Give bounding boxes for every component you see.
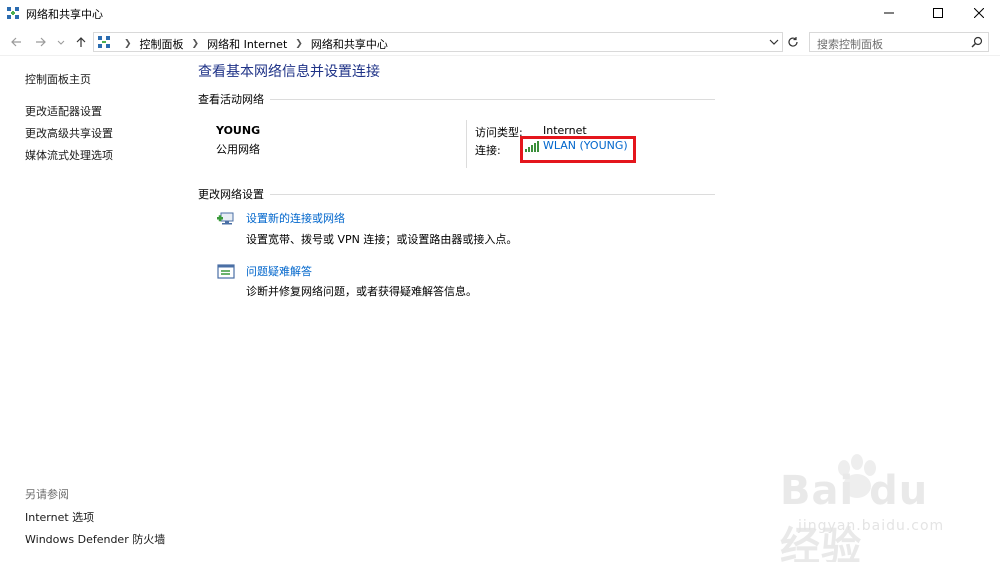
setup-connection-link[interactable]: 设置新的连接或网络: [246, 210, 345, 226]
up-button[interactable]: [72, 33, 90, 51]
maximize-button[interactable]: [917, 0, 959, 26]
sidebar-item-change-adapter[interactable]: 更改适配器设置: [25, 103, 102, 119]
maximize-icon: [933, 8, 943, 18]
control-panel-icon: [98, 36, 110, 48]
back-button[interactable]: [7, 33, 25, 51]
title-bar: 网络和共享中心: [0, 0, 1000, 28]
section-divider: [270, 98, 715, 100]
minimize-icon: [884, 12, 894, 14]
chevron-right-icon[interactable]: ❯: [192, 39, 200, 49]
close-icon: [974, 8, 984, 18]
sidebar-item-control-panel-home[interactable]: 控制面板主页: [25, 71, 91, 87]
breadcrumb-network-internet[interactable]: 网络和 Internet: [207, 36, 287, 52]
watermark-url: jingyan.baidu.com: [798, 518, 945, 534]
network-type: 公用网络: [216, 143, 260, 156]
page-title: 查看基本网络信息并设置连接: [198, 64, 380, 80]
baidu-jingyan-watermark: Bai du 经验 jingyan.baidu.com: [752, 452, 982, 562]
see-also-heading: 另请参阅: [25, 488, 69, 501]
minimize-button[interactable]: [868, 0, 910, 26]
sidebar-item-media-streaming[interactable]: 媒体流式处理选项: [25, 147, 113, 163]
network-center-icon: [7, 7, 19, 19]
troubleshoot-icon: [217, 264, 235, 279]
arrow-up-icon: [76, 37, 86, 47]
address-bar[interactable]: ❯ 控制面板 ❯ 网络和 Internet ❯ 网络和共享中心: [93, 32, 783, 52]
breadcrumb-network-sharing-center[interactable]: 网络和共享中心: [311, 36, 388, 52]
sidebar-item-advanced-sharing[interactable]: 更改高级共享设置: [25, 125, 113, 141]
sidebar-item-internet-options[interactable]: Internet 选项: [25, 509, 94, 525]
access-type-label: 访问类型:: [475, 126, 523, 139]
highlight-annotation: [520, 136, 636, 163]
search-icon[interactable]: [971, 36, 983, 48]
connection-label: 连接:: [475, 144, 501, 157]
change-settings-header: 更改网络设置: [198, 186, 715, 202]
active-networks-header: 查看活动网络: [198, 91, 715, 107]
troubleshoot-desc: 诊断并修复网络问题，或者获得疑难解答信息。: [246, 285, 477, 298]
sidebar: 控制面板主页 更改适配器设置 更改高级共享设置 媒体流式处理选项 另请参阅 In…: [0, 57, 190, 562]
breadcrumb: ❯ 控制面板 ❯ 网络和 Internet ❯ 网络和共享中心: [116, 36, 388, 52]
forward-button[interactable]: [32, 33, 50, 51]
window-title: 网络和共享中心: [26, 8, 103, 21]
close-button[interactable]: [958, 0, 1000, 26]
change-settings-label: 更改网络设置: [198, 188, 264, 201]
network-divider: [466, 120, 467, 168]
section-divider: [270, 193, 715, 195]
troubleshoot-link[interactable]: 问题疑难解答: [246, 263, 312, 279]
arrow-right-icon: [36, 37, 46, 47]
chevron-down-icon[interactable]: [769, 37, 779, 47]
setup-connection-desc: 设置宽带、拨号或 VPN 连接；或设置路由器或接入点。: [246, 233, 518, 246]
chevron-right-icon[interactable]: ❯: [295, 39, 303, 49]
arrow-left-icon: [11, 37, 21, 47]
chevron-down-icon: [57, 40, 65, 45]
refresh-icon: [788, 37, 798, 47]
breadcrumb-control-panel[interactable]: 控制面板: [140, 36, 184, 52]
search-input[interactable]: 搜索控制面板: [809, 32, 989, 52]
recent-locations-button[interactable]: [55, 33, 67, 51]
navigation-bar: ❯ 控制面板 ❯ 网络和 Internet ❯ 网络和共享中心 搜索控制面板: [0, 28, 1000, 56]
chevron-right-icon: ❯: [124, 39, 132, 49]
sidebar-item-defender-firewall[interactable]: Windows Defender 防火墙: [25, 531, 165, 547]
new-connection-icon: [217, 212, 234, 225]
watermark-brand: Bai du 经验: [780, 468, 929, 562]
network-name: YOUNG: [216, 124, 261, 137]
search-placeholder: 搜索控制面板: [817, 38, 883, 51]
refresh-button[interactable]: [785, 33, 801, 51]
active-networks-label: 查看活动网络: [198, 93, 264, 106]
